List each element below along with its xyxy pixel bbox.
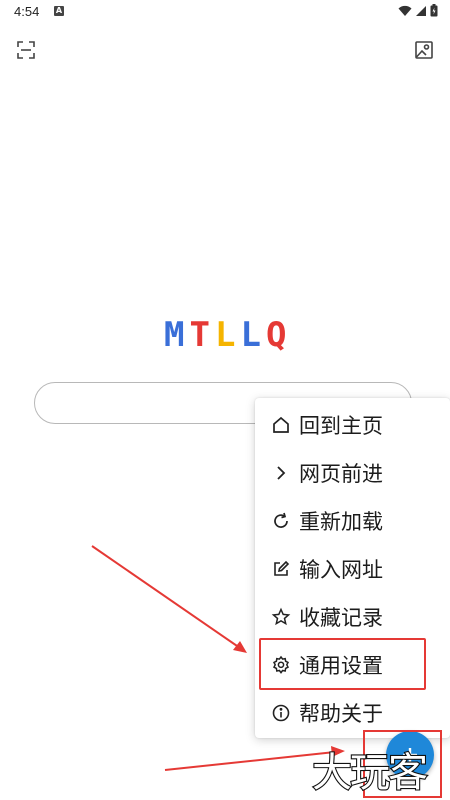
logo-letter-l2: L bbox=[240, 315, 262, 355]
a-badge-icon: A bbox=[54, 6, 64, 16]
search-input[interactable] bbox=[53, 391, 257, 417]
arrow-to-settings bbox=[91, 545, 247, 653]
status-bar: 4:54 A bbox=[0, 0, 450, 24]
reload-icon bbox=[274, 512, 288, 528]
home-icon bbox=[273, 416, 289, 433]
wifi-icon bbox=[398, 5, 412, 16]
logo-letter-l1: L bbox=[214, 315, 237, 355]
menu-item-favorites[interactable]: 收藏记录 bbox=[255, 593, 450, 641]
scan-icon[interactable] bbox=[14, 38, 38, 62]
menu-item-label: 帮助关于 bbox=[299, 702, 383, 726]
info-icon bbox=[272, 704, 290, 722]
status-time: 4:54 bbox=[14, 4, 40, 19]
watermark-text: 大玩客 bbox=[312, 750, 427, 796]
overflow-menu: 回到主页 网页前进 重新加载 输入网址 收藏记录 通用设置 帮助关于 bbox=[255, 398, 450, 738]
logo-letter-m: M bbox=[164, 315, 186, 355]
star-icon bbox=[271, 607, 291, 626]
menu-item-label: 网页前进 bbox=[299, 462, 383, 486]
menu-item-enter-url[interactable]: 输入网址 bbox=[255, 545, 450, 593]
logo-letter-t: T bbox=[189, 315, 211, 355]
menu-item-label: 回到主页 bbox=[299, 414, 383, 438]
menu-item-label: 输入网址 bbox=[299, 558, 383, 582]
menu-item-forward[interactable]: 网页前进 bbox=[255, 449, 450, 497]
image-icon[interactable] bbox=[412, 38, 436, 62]
watermark-logo: 大玩客 bbox=[311, 749, 430, 797]
menu-item-label: 重新加载 bbox=[299, 510, 383, 534]
logo: M T L L Q bbox=[164, 318, 288, 352]
signal-icon bbox=[416, 5, 426, 16]
menu-item-reload[interactable]: 重新加载 bbox=[255, 497, 450, 545]
menu-item-help[interactable]: 帮助关于 bbox=[255, 689, 450, 737]
menu-item-label: 收藏记录 bbox=[299, 606, 383, 630]
chevron-right-icon bbox=[277, 466, 286, 480]
gear-icon bbox=[272, 655, 290, 674]
status-icons bbox=[398, 4, 438, 17]
menu-item-label: 通用设置 bbox=[299, 654, 383, 678]
logo-letter-q: Q bbox=[265, 315, 288, 355]
edit-icon bbox=[274, 560, 290, 576]
battery-icon bbox=[430, 4, 438, 17]
menu-item-home[interactable]: 回到主页 bbox=[255, 401, 450, 449]
menu-item-settings[interactable]: 通用设置 bbox=[255, 641, 450, 689]
